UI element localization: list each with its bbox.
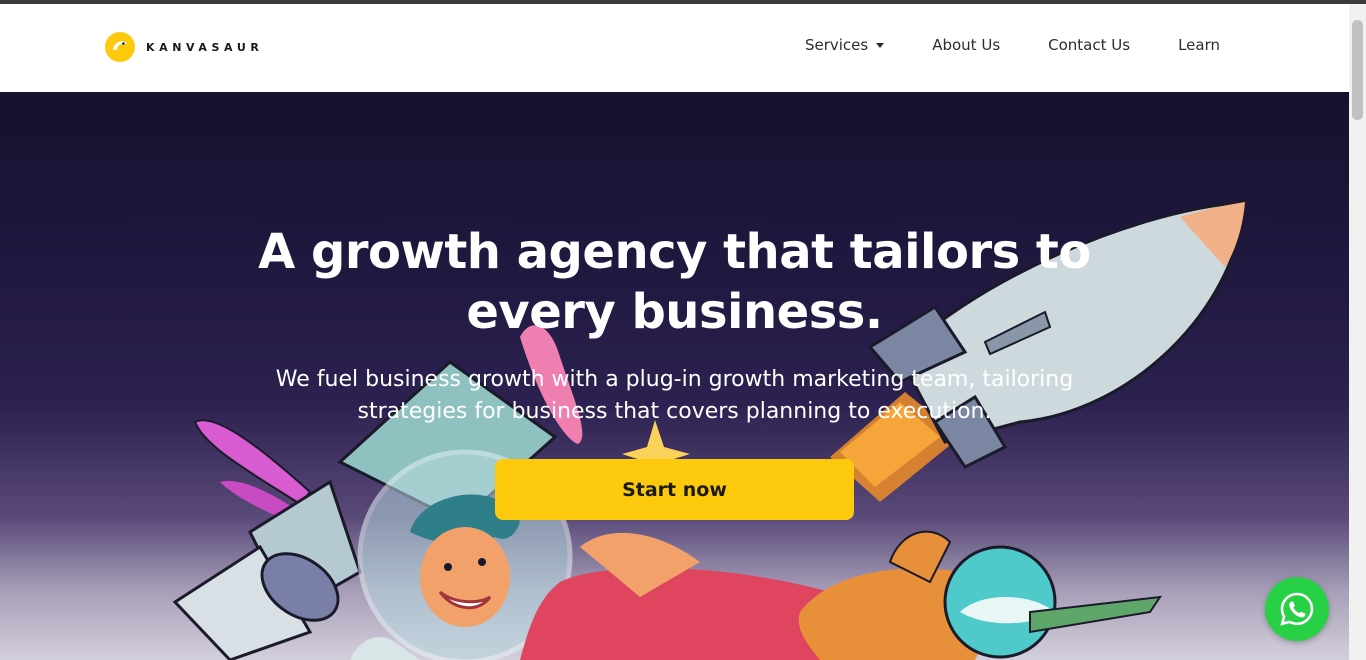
- caret-down-icon: [876, 42, 885, 48]
- whatsapp-icon: [1280, 592, 1314, 626]
- hero-subtitle: We fuel business growth with a plug-in g…: [0, 364, 1349, 428]
- nav-item-label: About Us: [932, 36, 1001, 54]
- hero-title-line: every business.: [466, 284, 883, 340]
- nav-item-label: Learn: [1178, 36, 1220, 54]
- nav-item-label: Services: [804, 36, 869, 54]
- whatsapp-chat-button[interactable]: [1265, 577, 1329, 641]
- brand-logo[interactable]: KANVASAUR: [104, 31, 263, 63]
- start-now-button[interactable]: Start now: [495, 459, 854, 520]
- nav-item-contact-us[interactable]: Contact Us: [1048, 36, 1130, 54]
- nav-item-learn[interactable]: Learn: [1178, 36, 1220, 54]
- kanvasaur-logo-icon: [105, 32, 135, 62]
- hero-section: A growth agency that tailors to every bu…: [0, 92, 1349, 660]
- main-nav: Services About Us Contact Us Learn: [805, 36, 1220, 54]
- scrollbar-thumb[interactable]: [1352, 20, 1363, 120]
- hero-subtitle-line: strategies for business that covers plan…: [357, 399, 992, 424]
- nav-item-services[interactable]: Services: [804, 36, 885, 54]
- nav-item-about-us[interactable]: About Us: [932, 36, 1000, 54]
- hero-title-line: A growth agency that tailors to: [258, 224, 1091, 280]
- page-scrollbar[interactable]: [1349, 4, 1366, 660]
- hero-subtitle-line: We fuel business growth with a plug-in g…: [275, 367, 1074, 392]
- site-header: KANVASAUR Services About Us Contact Us L…: [0, 4, 1349, 92]
- hero-title: A growth agency that tailors to every bu…: [0, 222, 1349, 342]
- brand-name: KANVASAUR: [146, 40, 264, 54]
- nav-item-label: Contact Us: [1048, 36, 1131, 54]
